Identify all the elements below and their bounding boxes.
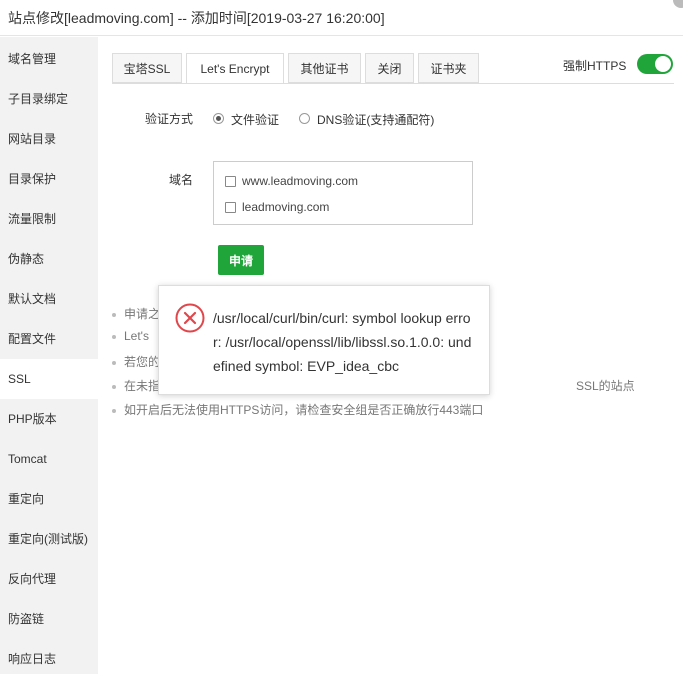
sidebar-item-dir-protect[interactable]: 目录保护 [0,159,98,199]
tip-item-2: Let's [112,329,149,343]
apply-button[interactable]: 申请 [218,245,264,275]
tab-lets-encrypt[interactable]: Let's Encrypt [186,53,284,84]
window-titlebar: 站点修改[leadmoving.com] -- 添加时间[2019-03-27 … [0,0,683,36]
tip-item-3: 若您的 [112,353,160,370]
sidebar-item-rewrite[interactable]: 伪静态 [0,239,98,279]
sidebar-item-site-dir[interactable]: 网站目录 [0,119,98,159]
sidebar: 域名管理 子目录绑定 网站目录 目录保护 流量限制 伪静态 默认文档 配置文件 … [0,37,98,674]
sidebar-item-traffic[interactable]: 流量限制 [0,199,98,239]
error-x-circle-icon [175,303,205,336]
bullet-icon [112,384,116,389]
radio-dns-verify-label[interactable]: DNS验证(支持通配符) [317,111,434,128]
bullet-icon [112,408,116,413]
domain-label: 域名 [169,173,194,187]
tip-item-4-tail: SSL的站点 [576,379,635,393]
sidebar-item-default-doc[interactable]: 默认文档 [0,279,98,319]
tip-item-4: 在未指 [112,377,160,394]
domain-list: www.leadmoving.com leadmoving.com [213,161,473,225]
domain-label-www[interactable]: www.leadmoving.com [242,174,358,188]
tip-item-5: 如开启后无法使用HTTPS访问，请检查安全组是否正确放行443端口 [112,401,483,418]
radio-file-verify[interactable] [213,113,224,124]
sidebar-item-subdir[interactable]: 子目录绑定 [0,79,98,119]
close-icon[interactable] [673,0,683,8]
window-title: 站点修改[leadmoving.com] -- 添加时间[2019-03-27 … [8,10,385,26]
verify-method-label: 验证方式 [145,112,194,126]
tab-baota-ssl[interactable]: 宝塔SSL [112,53,182,83]
domain-checkbox-www[interactable] [225,176,236,187]
tip-item-1: 申请之 [112,305,160,322]
tab-divider [112,83,674,84]
bullet-icon [112,334,116,339]
error-message: /usr/local/curl/bin/curl: symbol lookup … [213,310,472,374]
tab-close[interactable]: 关闭 [365,53,414,83]
sidebar-item-ssl[interactable]: SSL [0,359,98,399]
sidebar-item-redirect-beta[interactable]: 重定向(测试版) [0,519,98,559]
error-dialog: /usr/local/curl/bin/curl: symbol lookup … [158,285,490,395]
sidebar-item-redirect[interactable]: 重定向 [0,479,98,519]
sidebar-item-tomcat[interactable]: Tomcat [0,439,98,479]
sidebar-item-proxy[interactable]: 反向代理 [0,559,98,599]
sidebar-item-config[interactable]: 配置文件 [0,319,98,359]
tab-other-cert[interactable]: 其他证书 [288,53,361,83]
force-https-label: 强制HTTPS [563,59,627,73]
force-https-toggle[interactable] [637,54,673,74]
radio-file-verify-label[interactable]: 文件验证 [231,111,279,128]
sidebar-item-domain[interactable]: 域名管理 [0,39,98,79]
domain-label-root[interactable]: leadmoving.com [242,200,329,214]
tab-cert-folder[interactable]: 证书夹 [418,53,479,83]
bullet-icon [112,312,116,317]
domain-checkbox-root[interactable] [225,202,236,213]
sidebar-item-php[interactable]: PHP版本 [0,399,98,439]
toggle-knob [655,56,671,72]
radio-dns-verify[interactable] [299,113,310,124]
bullet-icon [112,360,116,365]
sidebar-item-log[interactable]: 响应日志 [0,639,98,679]
sidebar-item-hotlink[interactable]: 防盗链 [0,599,98,639]
